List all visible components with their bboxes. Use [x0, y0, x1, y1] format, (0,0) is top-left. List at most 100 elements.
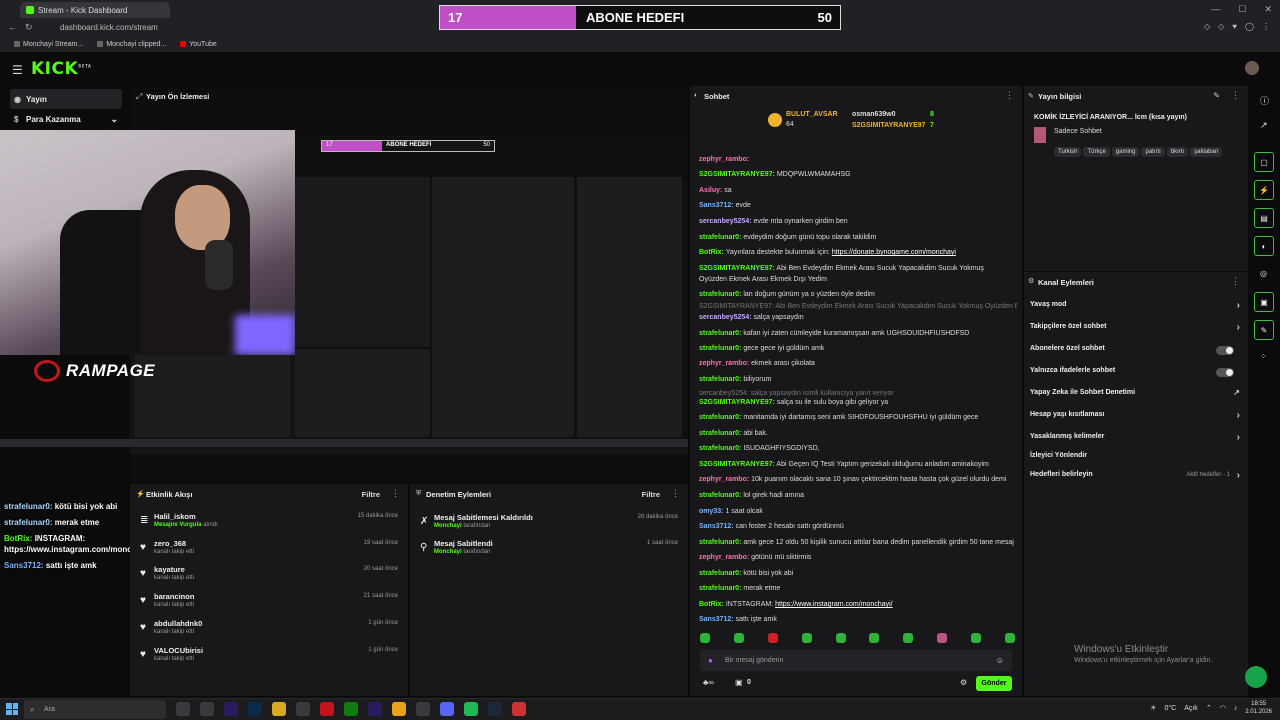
- chat-username[interactable]: BotRix:: [699, 249, 724, 256]
- chevron-up-icon[interactable]: ⌃: [1206, 704, 1212, 712]
- chat-username[interactable]: Sans3712:: [699, 616, 734, 623]
- chat-message[interactable]: zephyr_rambo:: [699, 155, 1017, 164]
- task-view-icon[interactable]: [176, 702, 190, 716]
- external-link-icon[interactable]: ↗: [1260, 120, 1268, 131]
- chat-username[interactable]: S2GSIMITAYRANYE97:: [699, 461, 775, 468]
- app-icon[interactable]: [200, 702, 214, 716]
- menu-dots-icon[interactable]: ⋮: [1231, 90, 1240, 101]
- volume-icon[interactable]: ♪: [1234, 705, 1238, 712]
- emote-icon[interactable]: [903, 633, 914, 643]
- close-icon[interactable]: ✕: [1264, 4, 1272, 15]
- chat-username[interactable]: zephyr_rambo:: [699, 476, 749, 483]
- emote-icon[interactable]: [767, 633, 778, 643]
- chat-username[interactable]: strafelunar0:: [699, 570, 741, 577]
- chat-input[interactable]: ● Bir mesaj gönderin ☺: [700, 650, 1012, 671]
- tool-button[interactable]: ▤: [1254, 208, 1274, 228]
- xbox-icon[interactable]: [344, 702, 358, 716]
- steam-icon[interactable]: [488, 702, 502, 716]
- sidebar-item-para-kazanma[interactable]: $ Para Kazanma ⌄: [10, 109, 122, 129]
- extension-icon[interactable]: ◇: [1218, 22, 1224, 31]
- user-avatar[interactable]: [1245, 61, 1259, 75]
- chat-username[interactable]: strafelunar0:: [699, 492, 741, 499]
- chat-link[interactable]: https://donate.bynogame.com/monchayi: [832, 249, 956, 256]
- chrome-icon[interactable]: [392, 702, 406, 716]
- chat-message[interactable]: strafelunar0: manitamda iyi dartamış sen…: [699, 413, 1017, 422]
- extension-icon[interactable]: ◇: [1204, 22, 1210, 31]
- chat-message[interactable]: Asiluy: sa: [699, 186, 1017, 195]
- chat-username[interactable]: Sans3712:: [699, 523, 734, 530]
- filter-button[interactable]: Filtre: [642, 490, 660, 499]
- people-icon[interactable]: ⁘: [1260, 352, 1267, 361]
- chat-message[interactable]: strafelunar0: amk gece 12 oldu 50 kişili…: [699, 538, 1017, 547]
- chat-message[interactable]: S2GSIMITAYRANYE97: salça su ile sulu boy…: [699, 398, 1017, 407]
- chat-username[interactable]: strafelunar0:: [699, 539, 741, 546]
- tool-button[interactable]: ▢: [1254, 152, 1274, 172]
- chat-username[interactable]: Asiluy:: [699, 187, 722, 194]
- chat-message[interactable]: Sans3712: sattı işte amk: [699, 615, 1017, 624]
- emote-icon[interactable]: [1004, 633, 1015, 643]
- chat-message[interactable]: BotRix: INTSTAGRAM: https://www.instagra…: [699, 600, 1017, 609]
- sidebar-item-yayin[interactable]: ◉ Yayın: [10, 89, 122, 109]
- emote-icon[interactable]: [733, 633, 744, 643]
- emoji-icon[interactable]: ☺: [996, 656, 1004, 665]
- chat-message[interactable]: strafelunar0: ISUDAGHFIYSGDIYSD,: [699, 444, 1017, 453]
- chat-message[interactable]: strafelunar0: lol girek hadi amına: [699, 491, 1017, 500]
- chat-message[interactable]: strafelunar0: lan doğum günüm ya o yüzde…: [699, 290, 1017, 299]
- chat-message[interactable]: S2GSIMITAYRANYE97: MDQPWLWMAMAHSG: [699, 170, 1017, 179]
- tool-button[interactable]: ▣: [1254, 292, 1274, 312]
- menu-dots-icon[interactable]: ⋮: [671, 488, 680, 499]
- info-icon[interactable]: ⓘ: [1260, 94, 1269, 107]
- chat-message[interactable]: BotRix: Yayınlara destekte bulunmak için…: [699, 248, 1017, 257]
- chat-message[interactable]: strafelunar0: abi bak.: [699, 429, 1017, 438]
- chat-username[interactable]: S2GSIMITAYRANYE97:: [699, 171, 775, 178]
- chat-message[interactable]: strafelunar0: biliyorum: [699, 375, 1017, 384]
- channel-action-row[interactable]: Yalnızca ifadelerle sohbet: [1030, 367, 1242, 381]
- menu-dots-icon[interactable]: ⋮: [1262, 22, 1270, 31]
- menu-dots-icon[interactable]: ⋮: [1005, 90, 1014, 101]
- premiere-icon[interactable]: [224, 702, 238, 716]
- chat-username[interactable]: strafelunar0:: [699, 585, 741, 592]
- channel-action-row[interactable]: Abonelere özel sohbet: [1030, 345, 1242, 359]
- chat-message[interactable]: S2GSIMITAYRANYE97: Abi Geçen IQ Testi Ya…: [699, 460, 1017, 469]
- chat-message[interactable]: Sans3712: evde: [699, 201, 1017, 210]
- chat-username[interactable]: strafelunar0:: [699, 445, 741, 452]
- emote-icon[interactable]: [700, 633, 710, 643]
- bookmark-item[interactable]: YouTube: [180, 41, 217, 48]
- back-icon[interactable]: ←: [8, 22, 17, 33]
- maximize-icon[interactable]: ☐: [1238, 4, 1246, 15]
- menu-dots-icon[interactable]: ⋮: [1231, 276, 1240, 287]
- chat-message[interactable]: zephyr_rambo: 10k puanım olacaktı sana 1…: [699, 475, 1017, 484]
- toggle-switch[interactable]: [1216, 368, 1234, 377]
- chat-link[interactable]: https://www.instagram.com/monchayi/: [775, 601, 893, 608]
- chat-message[interactable]: Sans3712: can foster 2 hesabı sattı görd…: [699, 522, 1017, 531]
- wifi-icon[interactable]: ◠: [1220, 704, 1226, 712]
- chat-username[interactable]: S2GSIMITAYRANYE97:: [699, 399, 775, 406]
- channel-action-row[interactable]: Yapay Zeka ile Sohbet Denetimi ↗: [1030, 388, 1242, 403]
- app-icon[interactable]: [512, 702, 526, 716]
- chat-message[interactable]: strafelunar0: gece gece iyi güldüm amk: [699, 344, 1017, 353]
- channel-action-row[interactable]: Hesap yaşı kısıtlaması ›: [1030, 410, 1242, 425]
- chat-message[interactable]: omy33: 1 saat olcak: [699, 507, 1017, 516]
- pencil-icon[interactable]: ✎: [1213, 91, 1220, 100]
- discord-icon[interactable]: [440, 702, 454, 716]
- spotify-icon[interactable]: [464, 702, 478, 716]
- emote-icon[interactable]: [869, 633, 880, 643]
- chat-message[interactable]: strafelunar0: merak etme: [699, 584, 1017, 593]
- channel-action-row[interactable]: Takipçilere özel sohbet ›: [1030, 322, 1242, 337]
- chat-username[interactable]: omy33:: [699, 508, 724, 515]
- gift-icon[interactable]: ▣: [735, 678, 743, 687]
- chat-message[interactable]: sercanbey5254: salça yapsaydın isimli ku…: [699, 389, 1017, 398]
- opera-icon[interactable]: [320, 702, 334, 716]
- chat-message[interactable]: strafelunar0: kötü bisi yok abi: [699, 569, 1017, 578]
- chat-username[interactable]: strafelunar0:: [699, 345, 741, 352]
- tool-button[interactable]: ✎: [1254, 320, 1274, 340]
- filter-button[interactable]: Filtre: [362, 490, 380, 499]
- tool-button[interactable]: ◐: [1254, 236, 1274, 256]
- toggle-switch[interactable]: [1216, 346, 1234, 355]
- chat-username[interactable]: sercanbey5254:: [699, 218, 752, 225]
- extension-icon[interactable]: ◯: [1245, 22, 1254, 31]
- chat-username[interactable]: strafelunar0:: [699, 376, 741, 383]
- emote-icon[interactable]: [937, 633, 948, 643]
- chat-username[interactable]: BotRix:: [699, 601, 724, 608]
- app-icon[interactable]: [416, 702, 430, 716]
